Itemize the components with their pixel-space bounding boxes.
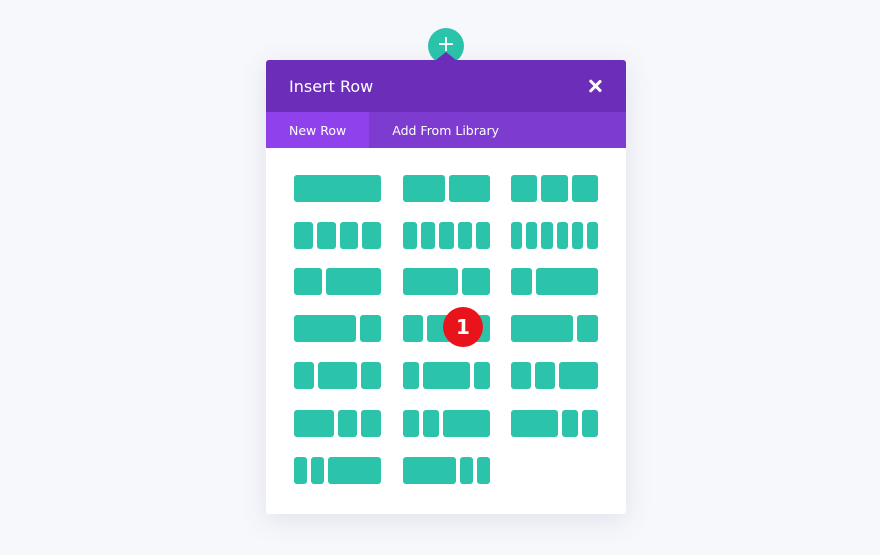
layout-column-block [403,315,423,342]
layout-column-block [558,362,598,389]
tab-new-row[interactable]: New Row [266,112,370,148]
layout-column-block [294,362,314,389]
close-icon[interactable] [587,78,603,94]
layout-column-block [582,410,598,437]
modal-header: Insert Row [266,60,626,112]
row-layout-option[interactable] [403,457,491,484]
row-layout-option[interactable] [511,410,598,437]
layout-column-block [448,175,490,202]
step-badge: 1 [443,307,483,347]
layout-column-block [360,315,381,342]
layout-column-block [294,315,357,342]
row-layout-option[interactable] [511,362,598,389]
tab-add-from-library[interactable]: Add From Library [369,112,522,148]
layout-column-block [511,222,523,249]
layout-column-block [474,362,490,389]
row-layout-option[interactable] [511,175,598,202]
layout-column-block [541,175,568,202]
layout-column-block [562,410,579,437]
row-layout-option[interactable] [511,315,598,342]
layout-column-block [571,222,583,249]
layout-column-block [462,268,490,295]
row-layout-option[interactable] [294,315,381,342]
row-layout-option[interactable] [511,268,598,295]
layout-column-block [422,362,471,389]
layout-column-block [361,410,381,437]
layout-column-block [328,457,382,484]
modal-title: Insert Row [289,76,374,96]
row-layout-option[interactable] [403,175,490,202]
layout-column-block [534,362,555,389]
layout-column-block [422,410,439,437]
layout-column-block [475,222,491,249]
layout-column-block [403,362,419,389]
row-layout-option[interactable] [511,222,599,249]
row-layout-option[interactable] [403,362,490,389]
layout-column-block [311,457,325,484]
layout-column-block [361,362,381,389]
row-layout-option[interactable] [294,362,381,389]
layout-column-block [476,457,491,484]
modal-tabs: New Row Add From Library [266,112,626,148]
modal-pointer [436,52,456,60]
layout-column-block [403,457,456,484]
row-layout-option[interactable] [403,268,490,295]
layout-column-block [362,222,381,249]
layout-column-block [403,268,459,295]
layout-column-block [294,222,313,249]
row-layout-option[interactable] [403,222,491,249]
layout-column-block [577,315,598,342]
layout-column-block [571,175,598,202]
layout-column-block [339,222,359,249]
layout-column-block [316,222,336,249]
layout-column-block [317,362,358,389]
layout-column-block [403,222,418,249]
layout-column-block [457,222,472,249]
row-layout-option[interactable] [403,410,490,437]
layout-column-block [541,222,553,249]
layout-column-block [403,175,445,202]
layout-column-block [442,410,490,437]
layout-column-block [403,410,419,437]
layout-column-block [421,222,436,249]
insert-row-modal: Insert Row New Row Add From Library [266,52,626,514]
layout-column-block [511,410,559,437]
row-layout-option[interactable] [294,175,381,202]
layout-column-block [459,457,473,484]
layout-column-block [294,175,381,202]
layout-column-block [511,175,538,202]
row-layout-option[interactable] [294,268,381,295]
layout-column-block [526,222,538,249]
layout-column-block [294,268,322,295]
row-layout-option[interactable] [294,457,382,484]
layout-column-block [439,222,454,249]
layout-column-block [511,268,532,295]
layout-column-block [511,362,531,389]
layout-column-block [325,268,381,295]
layout-column-block [535,268,598,295]
row-layout-option[interactable] [294,222,381,249]
row-layout-option[interactable] [294,410,381,437]
layout-column-block [294,410,334,437]
layout-column-block [556,222,568,249]
layout-column-block [294,457,308,484]
layout-column-block [586,222,599,249]
layout-column-block [511,315,574,342]
layout-column-block [337,410,358,437]
